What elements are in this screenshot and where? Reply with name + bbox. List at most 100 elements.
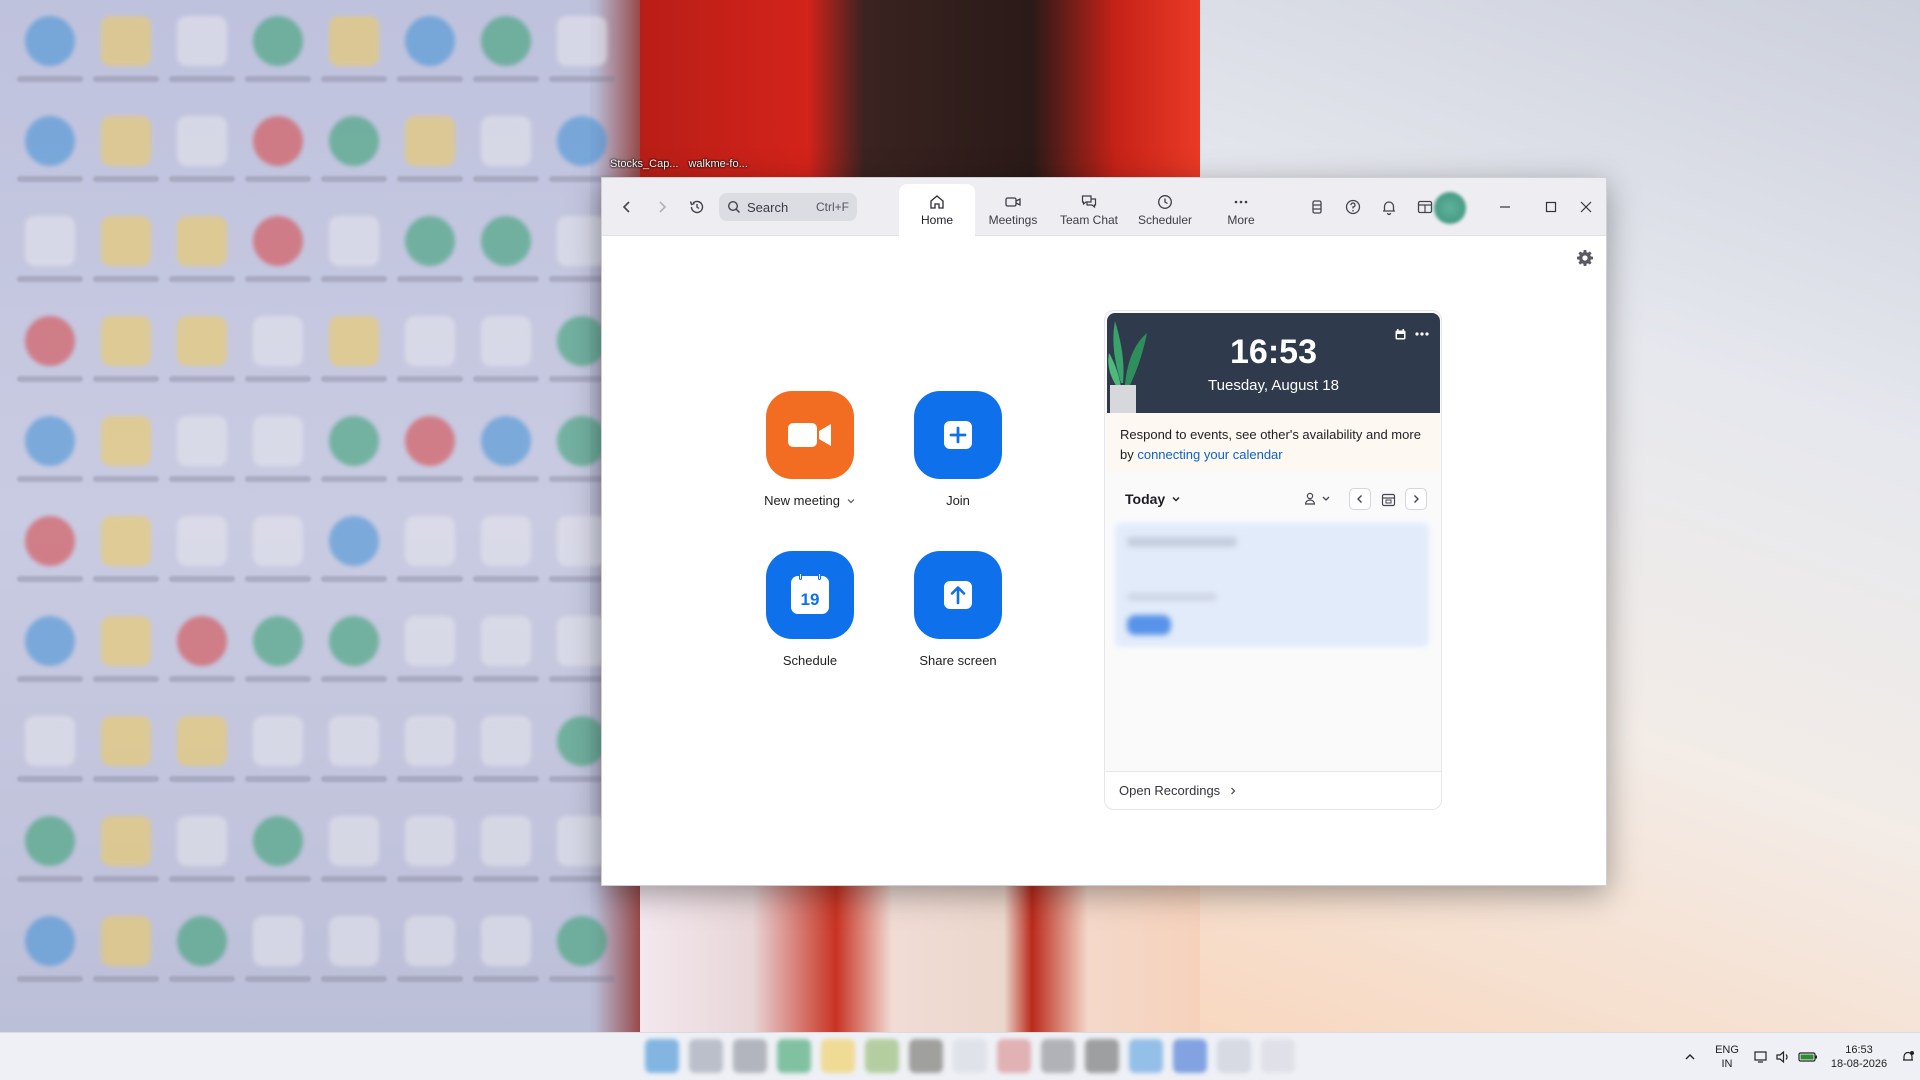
taskbar-app-icon[interactable] [953, 1039, 987, 1073]
help-button[interactable] [1338, 192, 1368, 222]
desktop-shortcut[interactable] [240, 408, 316, 508]
desktop-shortcut[interactable] [392, 8, 468, 108]
desktop-shortcut[interactable] [468, 308, 544, 408]
history-button[interactable] [682, 192, 712, 222]
language-indicator[interactable]: ENG IN [1704, 1043, 1750, 1071]
desktop-shortcut[interactable] [316, 8, 392, 108]
desktop-shortcut[interactable] [164, 208, 240, 308]
schedule-tile[interactable]: 19 [766, 551, 854, 639]
clock-button[interactable]: 16:53 18-08-2026 [1822, 1043, 1896, 1071]
close-button[interactable] [1569, 192, 1603, 222]
desktop-shortcut[interactable] [240, 108, 316, 208]
desktop-shortcut[interactable] [164, 8, 240, 108]
show-hidden-icons-button[interactable] [1676, 1051, 1704, 1063]
desktop-shortcut[interactable] [164, 608, 240, 708]
date-picker-button[interactable] [1377, 488, 1399, 510]
forward-button[interactable] [647, 192, 677, 222]
taskbar-app-icon[interactable] [997, 1039, 1031, 1073]
desktop-shortcut[interactable] [240, 508, 316, 608]
notifications-button[interactable] [1374, 192, 1404, 222]
desktop-shortcut[interactable] [468, 8, 544, 108]
open-recordings-link[interactable]: Open Recordings [1105, 771, 1441, 809]
taskbar-app-icon[interactable] [1261, 1039, 1295, 1073]
connect-calendar-link[interactable]: connecting your calendar [1137, 447, 1282, 462]
back-button[interactable] [612, 192, 642, 222]
calendar-view-button[interactable] [1391, 325, 1409, 343]
network-button[interactable] [1750, 1049, 1772, 1065]
desktop-shortcut[interactable] [316, 608, 392, 708]
join-tile[interactable] [914, 391, 1002, 479]
desktop-shortcut[interactable] [316, 708, 392, 808]
desktop-shortcut[interactable] [12, 408, 88, 508]
desktop-shortcut[interactable] [12, 908, 88, 1008]
desktop-shortcut-label[interactable]: walkme-fo... [688, 158, 747, 170]
apps-button[interactable] [1302, 192, 1332, 222]
desktop-shortcut[interactable] [88, 908, 164, 1008]
desktop-shortcut[interactable] [392, 408, 468, 508]
tab-team-chat[interactable]: Team Chat [1051, 184, 1127, 236]
desktop-shortcut[interactable] [316, 408, 392, 508]
desktop-shortcut[interactable] [164, 408, 240, 508]
desktop-shortcut[interactable] [468, 908, 544, 1008]
desktop-shortcut[interactable] [88, 8, 164, 108]
tab-home[interactable]: Home [899, 184, 975, 236]
desktop-shortcut[interactable] [12, 608, 88, 708]
desktop-shortcut[interactable] [544, 8, 620, 108]
desktop-shortcut[interactable] [164, 708, 240, 808]
desktop-shortcut[interactable] [468, 108, 544, 208]
battery-button[interactable] [1794, 1051, 1822, 1063]
next-day-button[interactable] [1405, 488, 1427, 510]
desktop-shortcut[interactable] [240, 308, 316, 408]
desktop-shortcut[interactable] [12, 508, 88, 608]
desktop-shortcut[interactable] [240, 8, 316, 108]
desktop-shortcut[interactable] [164, 508, 240, 608]
desktop-shortcut[interactable] [392, 108, 468, 208]
desktop-shortcut[interactable] [392, 708, 468, 808]
taskbar-app-icon[interactable] [733, 1039, 767, 1073]
desktop-shortcut[interactable] [468, 808, 544, 908]
desktop-shortcut[interactable] [392, 808, 468, 908]
tab-more[interactable]: More [1203, 184, 1279, 236]
desktop-shortcut[interactable] [316, 108, 392, 208]
desktop-shortcut[interactable] [240, 208, 316, 308]
desktop-shortcut[interactable] [240, 908, 316, 1008]
desktop-shortcut[interactable] [12, 8, 88, 108]
desktop-shortcut[interactable] [88, 408, 164, 508]
taskbar-app-icon[interactable] [1217, 1039, 1251, 1073]
desktop-shortcut[interactable] [88, 708, 164, 808]
today-dropdown[interactable]: Today [1125, 491, 1181, 507]
desktop-shortcut[interactable] [88, 308, 164, 408]
share-screen-button[interactable]: Share screen [888, 551, 1028, 668]
desktop-shortcut[interactable] [164, 908, 240, 1008]
desktop-shortcut[interactable] [12, 808, 88, 908]
desktop-shortcut[interactable] [468, 708, 544, 808]
taskbar-app-icon[interactable] [645, 1039, 679, 1073]
desktop-shortcut[interactable] [88, 608, 164, 708]
desktop-shortcut[interactable] [12, 108, 88, 208]
settings-gear-icon[interactable] [1574, 247, 1596, 269]
desktop-shortcut[interactable] [88, 508, 164, 608]
taskbar-app-icon[interactable] [1129, 1039, 1163, 1073]
calendar-filter-button[interactable] [1301, 488, 1335, 510]
taskbar-app-icon[interactable] [865, 1039, 899, 1073]
tab-scheduler[interactable]: Scheduler [1127, 184, 1203, 236]
new-meeting-tile[interactable] [766, 391, 854, 479]
desktop-shortcut[interactable] [164, 308, 240, 408]
desktop-shortcut[interactable] [392, 908, 468, 1008]
desktop-shortcut[interactable] [316, 308, 392, 408]
search-input[interactable]: Search Ctrl+F [719, 193, 857, 221]
taskbar-app-icon[interactable] [1041, 1039, 1075, 1073]
desktop-shortcut[interactable] [392, 608, 468, 708]
previous-day-button[interactable] [1349, 488, 1371, 510]
calendar-more-button[interactable] [1413, 325, 1431, 343]
desktop-shortcut[interactable] [88, 808, 164, 908]
tab-meetings[interactable]: Meetings [975, 184, 1051, 236]
desktop-shortcut[interactable] [240, 708, 316, 808]
schedule-button[interactable]: 19 Schedule [740, 551, 880, 668]
desktop-shortcut[interactable] [316, 908, 392, 1008]
taskbar-app-icon[interactable] [777, 1039, 811, 1073]
desktop-shortcut[interactable] [12, 708, 88, 808]
desktop-shortcut[interactable] [164, 108, 240, 208]
taskbar-app-icon[interactable] [689, 1039, 723, 1073]
notification-center-button[interactable] [1896, 1050, 1920, 1064]
